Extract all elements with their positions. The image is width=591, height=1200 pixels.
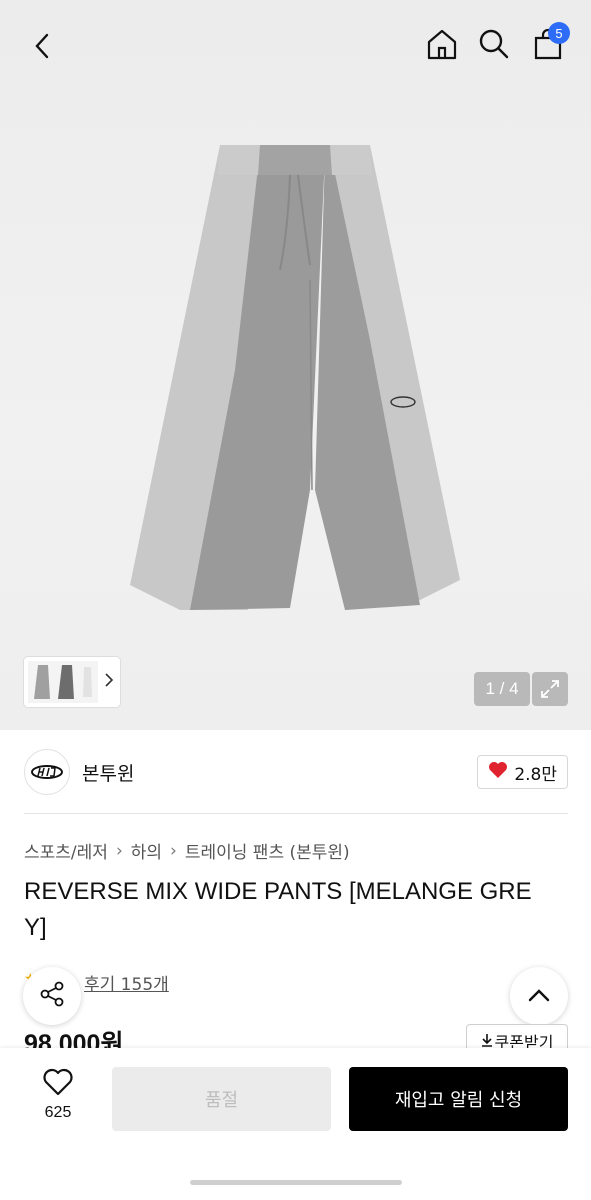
brand-logo[interactable]	[24, 749, 70, 795]
image-counter: 1 / 4	[474, 672, 530, 706]
breadcrumb-item[interactable]: 스포츠/레저	[24, 838, 108, 863]
bottom-action-bar: 625 품절 재입고 알림 신청	[0, 1048, 591, 1200]
home-indicator	[190, 1180, 402, 1185]
heart-outline-icon	[42, 1068, 74, 1100]
chevron-right-icon[interactable]	[104, 671, 114, 693]
chevron-right-icon: ›	[170, 840, 177, 861]
chevron-right-icon: ›	[115, 840, 123, 861]
wishlist-button[interactable]: 625	[30, 1068, 86, 1128]
wishlist-count: 625	[44, 1104, 72, 1121]
heart-icon	[488, 761, 508, 784]
divider	[24, 813, 568, 814]
top-navigation-bar: 5	[0, 0, 591, 90]
breadcrumb-item[interactable]: 트레이닝 팬츠 (본투윈)	[185, 838, 350, 863]
search-icon[interactable]	[474, 24, 514, 64]
brand-like-count: 2.8만	[514, 764, 557, 785]
product-image	[130, 145, 460, 610]
review-link[interactable]: 후기 155개	[84, 970, 169, 995]
scroll-top-button[interactable]	[510, 967, 568, 1025]
brand-name[interactable]: 본투윈	[82, 759, 134, 786]
home-icon[interactable]	[422, 24, 462, 64]
shopping-bag-icon[interactable]: 5	[528, 22, 570, 64]
product-title: REVERSE MIX WIDE PANTS [MELANGE GREY]	[24, 878, 532, 941]
breadcrumb: 스포츠/레저 › 하의 › 트레이닝 팬츠 (본투윈)	[24, 838, 350, 864]
expand-icon[interactable]	[532, 672, 568, 706]
breadcrumb-item[interactable]: 하의	[131, 838, 162, 863]
soldout-button: 품절	[112, 1067, 331, 1131]
restock-alert-button[interactable]: 재입고 알림 신청	[349, 1067, 568, 1131]
share-button[interactable]	[23, 967, 81, 1025]
brand-like-button[interactable]: 2.8만	[477, 755, 568, 789]
product-image-gallery[interactable]: 1 / 4	[0, 0, 591, 730]
cart-count-badge: 5	[548, 22, 570, 44]
share-icon	[38, 980, 66, 1012]
back-icon[interactable]	[22, 26, 62, 66]
chevron-up-icon	[527, 987, 551, 1006]
thumbnail-strip[interactable]	[24, 657, 120, 707]
thumbnail-image[interactable]	[28, 661, 98, 703]
brand-row[interactable]: 본투윈 2.8만	[24, 748, 568, 796]
